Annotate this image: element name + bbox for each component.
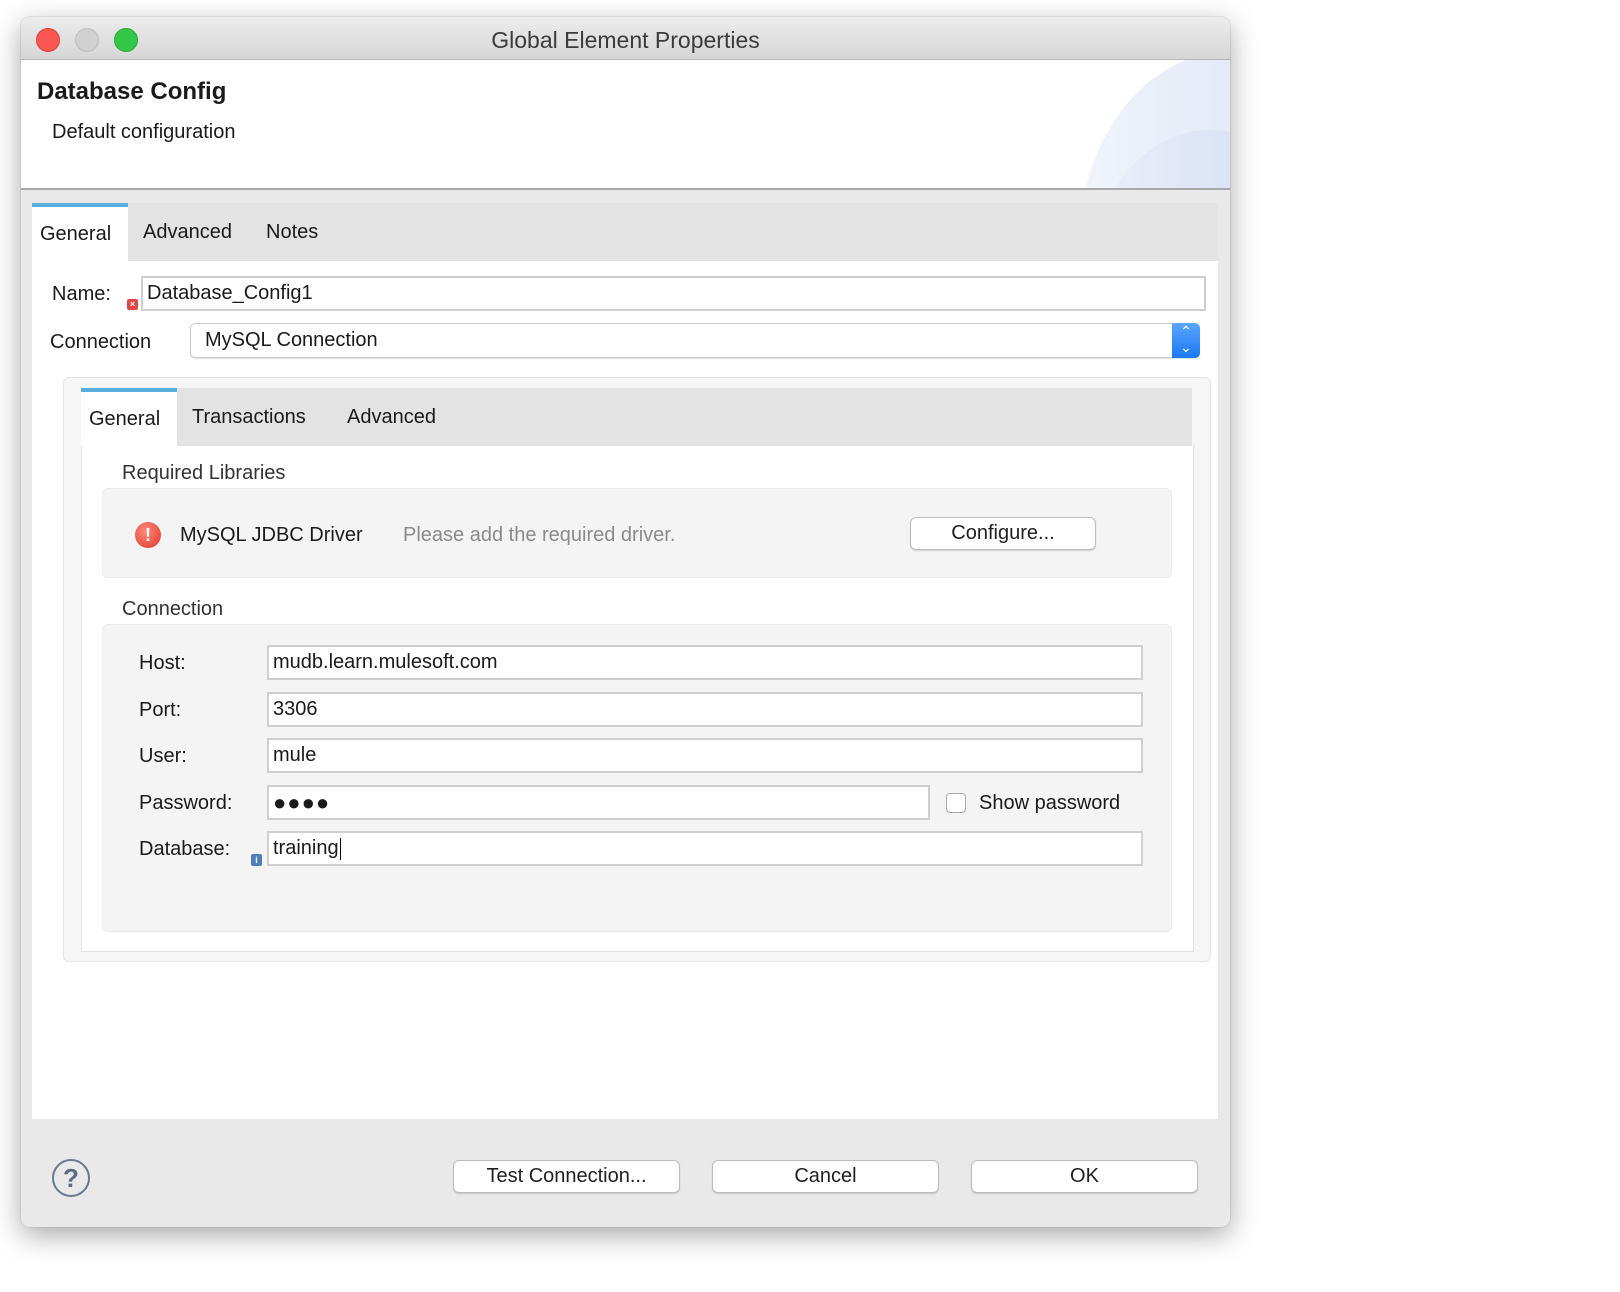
ok-button[interactable]: OK xyxy=(971,1160,1198,1193)
database-value: training xyxy=(273,837,339,859)
show-password-checkbox[interactable] xyxy=(946,793,966,813)
connection-type-value: MySQL Connection xyxy=(205,329,378,351)
connection-type-label: Connection xyxy=(50,331,152,353)
configure-button[interactable]: Configure... xyxy=(910,517,1096,550)
driver-name: MySQL JDBC Driver xyxy=(180,524,363,546)
window-title: Global Element Properties xyxy=(491,27,760,53)
port-input[interactable]: 3306 xyxy=(267,692,1143,727)
host-input[interactable]: mudb.learn.mulesoft.com xyxy=(267,645,1143,680)
user-label: User: xyxy=(139,745,187,767)
general-tab-content: Name: × Database_Config1 Connection MySQ… xyxy=(32,261,1218,1119)
select-arrows-icon: ⌃ ⌄ xyxy=(1172,323,1200,358)
connection-general-content: Required Libraries ! MySQL JDBC Driver P… xyxy=(81,446,1194,952)
host-label: Host: xyxy=(139,652,186,674)
connection-type-select[interactable]: MySQL Connection ⌃ ⌄ xyxy=(190,323,1200,358)
name-input[interactable]: Database_Config1 xyxy=(141,276,1206,311)
tab-notes[interactable]: Notes xyxy=(258,203,326,261)
title-bar: Global Element Properties xyxy=(21,17,1230,60)
dialog-title: Database Config xyxy=(37,78,227,105)
tab-advanced[interactable]: Advanced xyxy=(135,203,240,261)
port-label: Port: xyxy=(139,699,182,721)
required-libraries-label: Required Libraries xyxy=(122,462,286,484)
password-input[interactable]: ●●●● xyxy=(267,785,930,820)
main-tab-bar: General Advanced Notes xyxy=(32,203,1218,261)
dialog-header: Database Config Default configuration xyxy=(21,60,1230,190)
help-icon[interactable]: ? xyxy=(52,1159,90,1197)
tab-general[interactable]: General xyxy=(32,203,128,261)
test-connection-button[interactable]: Test Connection... xyxy=(453,1160,680,1193)
connection-group: Host: mudb.learn.mulesoft.com Port: 3306… xyxy=(102,624,1172,932)
connection-section-label: Connection xyxy=(122,598,224,620)
required-libraries-group: ! MySQL JDBC Driver Please add the requi… xyxy=(102,488,1172,578)
info-marker-icon: i xyxy=(251,854,262,866)
text-cursor xyxy=(339,837,341,860)
driver-message: Please add the required driver. xyxy=(403,524,676,546)
inner-tab-transactions[interactable]: Transactions xyxy=(184,388,314,446)
inner-tab-advanced[interactable]: Advanced xyxy=(339,388,444,446)
inner-tab-general[interactable]: General xyxy=(81,388,177,446)
database-label: Database: xyxy=(139,838,231,860)
password-label: Password: xyxy=(139,792,233,814)
cancel-button[interactable]: Cancel xyxy=(712,1160,939,1193)
global-element-properties-dialog: Global Element Properties Database Confi… xyxy=(21,17,1230,1227)
connection-settings-panel: General Transactions Advanced Required L… xyxy=(63,377,1211,962)
connection-tab-bar: General Transactions Advanced xyxy=(81,388,1192,446)
show-password-label[interactable]: Show password xyxy=(979,792,1120,815)
user-input[interactable]: mule xyxy=(267,738,1143,773)
database-input[interactable]: training xyxy=(267,831,1143,866)
dialog-subtitle: Default configuration xyxy=(52,121,236,143)
name-label: Name: xyxy=(52,283,111,305)
error-icon: ! xyxy=(135,522,161,548)
error-marker-icon: × xyxy=(127,299,138,310)
